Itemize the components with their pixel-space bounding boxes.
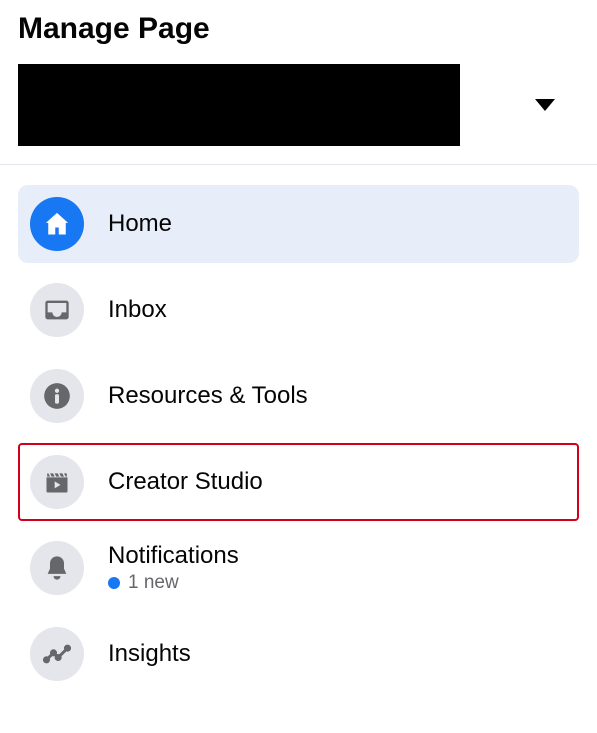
nav-item-insights[interactable]: Insights: [18, 615, 579, 693]
nav-label-inbox: Inbox: [108, 296, 167, 324]
nav-item-inbox[interactable]: Inbox: [18, 271, 579, 349]
nav-sub-notifications-text: 1 new: [128, 572, 179, 594]
nav-list: Home Inbox Resources & Tools Cre: [18, 185, 579, 693]
nav-item-resources[interactable]: Resources & Tools: [18, 357, 579, 435]
page-thumbnail: [18, 64, 460, 146]
nav-item-notifications[interactable]: Notifications 1 new: [18, 529, 579, 607]
nav-label-resources: Resources & Tools: [108, 382, 308, 410]
nav-label-notifications: Notifications: [108, 542, 239, 570]
nav-item-home[interactable]: Home: [18, 185, 579, 263]
page-selector[interactable]: [18, 64, 579, 146]
inbox-icon: [30, 283, 84, 337]
home-icon: [30, 197, 84, 251]
bell-icon: [30, 541, 84, 595]
nav-sub-notifications: 1 new: [108, 572, 239, 594]
nav-item-creator-studio[interactable]: Creator Studio: [18, 443, 579, 521]
divider: [0, 164, 597, 165]
chevron-down-icon: [535, 99, 555, 111]
clapperboard-icon: [30, 455, 84, 509]
info-icon: [30, 369, 84, 423]
insights-icon: [30, 627, 84, 681]
dot-icon: [108, 577, 120, 589]
page-title: Manage Page: [18, 12, 579, 46]
nav-label-insights: Insights: [108, 640, 191, 668]
nav-label-creator-studio: Creator Studio: [108, 468, 263, 496]
nav-label-home: Home: [108, 210, 172, 238]
